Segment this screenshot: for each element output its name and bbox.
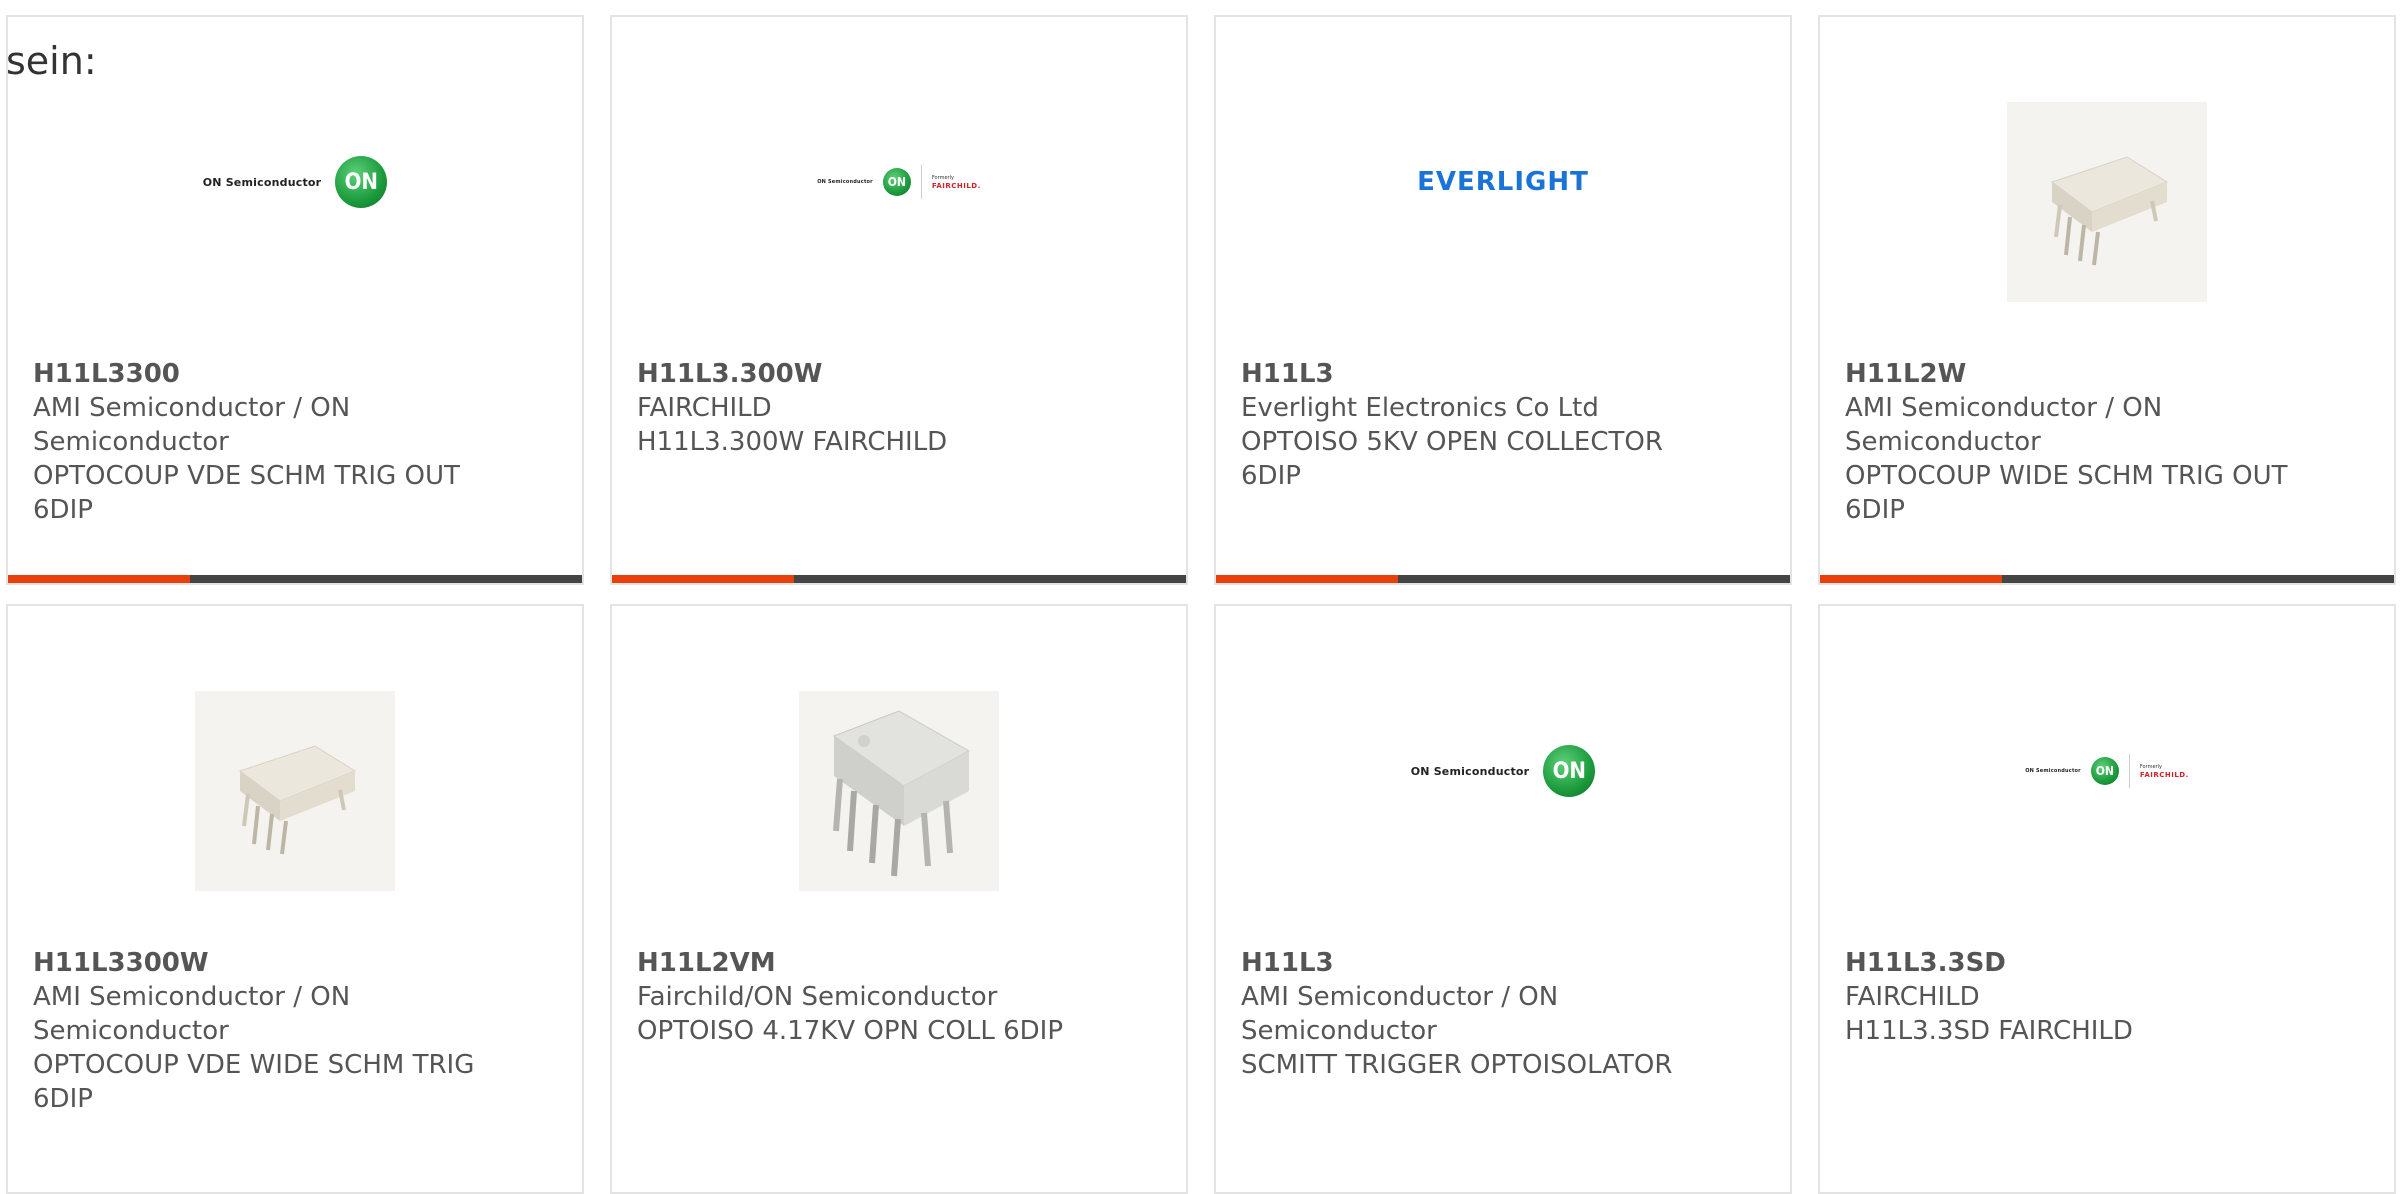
card-accent-bar: [1820, 575, 2002, 583]
description: OPTOISO 5KV OPEN COLLECTOR 6DIP: [1241, 427, 1663, 491]
description: H11L3.3SD FAIRCHILD: [1845, 1016, 2133, 1046]
on-logo-circle: ON: [335, 156, 388, 208]
product-card[interactable]: ON Semiconductor ON H11L3300 AMI Semicon…: [6, 15, 584, 585]
product-card[interactable]: H11L2W AMI Semiconductor / ON Semiconduc…: [1818, 15, 2396, 585]
fairchild-formerly: Formerly: [2139, 763, 2162, 770]
description: OPTOCOUP VDE WIDE SCHM TRIG 6DIP: [33, 1050, 475, 1114]
fairchild-name: FAIRCHILD.: [2139, 770, 2189, 779]
part-number[interactable]: H11L3.3SD: [1845, 946, 2294, 980]
on-logo-circle: ON: [1543, 745, 1596, 797]
card-accent-bar: [8, 575, 190, 583]
on-logo-text: ON Semiconductor: [817, 179, 873, 185]
product-image[interactable]: [612, 666, 1186, 916]
on-logo-text: ON Semiconductor: [1410, 764, 1530, 778]
chip-icon: [238, 745, 357, 855]
manufacturer: FAIRCHILD: [1845, 982, 1980, 1012]
card-bottom-bar: [1820, 575, 2394, 583]
manufacturer: AMI Semiconductor / ON Semiconductor: [1241, 982, 1559, 1046]
part-number[interactable]: H11L3300: [33, 357, 482, 391]
product-card[interactable]: EVERLIGHT H11L3 Everlight Electronics Co…: [1214, 15, 1792, 585]
product-info: H11L2W AMI Semiconductor / ON Semiconduc…: [1845, 357, 2294, 527]
fairchild-name: FAIRCHILD.: [931, 181, 981, 190]
product-image[interactable]: ON Semiconductor ON Formerly FAIRCHILD.: [612, 57, 1186, 307]
product-card[interactable]: H11L2VM Fairchild/ON Semiconductor OPTOI…: [610, 604, 1188, 1194]
logo-divider: [2128, 754, 2130, 788]
on-semiconductor-logo: ON Semiconductor ON: [1411, 745, 1596, 797]
card-bottom-bar: [612, 575, 1186, 583]
part-number[interactable]: H11L2W: [1845, 357, 2294, 391]
card-bottom-bar: [1216, 575, 1790, 583]
description: OPTOCOUP VDE SCHM TRIG OUT 6DIP: [33, 461, 460, 525]
product-info: H11L3.300W FAIRCHILD H11L3.300W FAIRCHIL…: [637, 357, 1086, 459]
manufacturer: AMI Semiconductor / ON Semiconductor: [33, 982, 351, 1046]
manufacturer: FAIRCHILD: [637, 393, 772, 423]
part-number[interactable]: H11L3300W: [33, 946, 482, 980]
part-number[interactable]: H11L3: [1241, 946, 1690, 980]
card-accent-bar: [612, 575, 794, 583]
on-logo-circle: ON: [882, 168, 911, 196]
manufacturer: Everlight Electronics Co Ltd: [1241, 393, 1599, 423]
product-image[interactable]: [8, 666, 582, 916]
product-card[interactable]: ON Semiconductor ON H11L3 AMI Semiconduc…: [1214, 604, 1792, 1194]
manufacturer: Fairchild/ON Semiconductor: [637, 982, 998, 1012]
chip-icon: [832, 710, 971, 877]
manufacturer: AMI Semiconductor / ON Semiconductor: [1845, 393, 2163, 457]
logo-divider: [920, 165, 922, 199]
description: H11L3.300W FAIRCHILD: [637, 427, 948, 457]
description: OPTOCOUP WIDE SCHM TRIG OUT 6DIP: [1845, 461, 2288, 525]
part-number[interactable]: H11L2VM: [637, 946, 1086, 980]
intro-text: sein:: [6, 39, 97, 83]
on-fairchild-logo: ON Semiconductor ON Formerly FAIRCHILD.: [817, 165, 981, 199]
description: SCMITT TRIGGER OPTOISOLATOR: [1241, 1050, 1673, 1080]
fairchild-logo: Formerly FAIRCHILD.: [2140, 764, 2189, 779]
product-image[interactable]: ON Semiconductor ON: [8, 57, 582, 307]
product-info: H11L2VM Fairchild/ON Semiconductor OPTOI…: [637, 946, 1086, 1048]
on-logo-text: ON Semiconductor: [202, 175, 322, 189]
everlight-logo: EVERLIGHT: [1417, 167, 1589, 197]
dip6-chip-photo: [195, 691, 395, 891]
product-card[interactable]: ON Semiconductor ON Formerly FAIRCHILD. …: [1818, 604, 2396, 1194]
on-logo-circle: ON: [2090, 757, 2119, 785]
fairchild-formerly: Formerly: [931, 174, 954, 181]
product-info: H11L3 AMI Semiconductor / ON Semiconduct…: [1241, 946, 1690, 1082]
dip6-chip-photo-large: [799, 691, 999, 891]
product-image[interactable]: ON Semiconductor ON Formerly FAIRCHILD.: [1820, 646, 2394, 896]
product-info: H11L3.3SD FAIRCHILD H11L3.3SD FAIRCHILD: [1845, 946, 2294, 1048]
on-semiconductor-logo: ON Semiconductor ON: [203, 156, 388, 208]
product-info: H11L3 Everlight Electronics Co Ltd OPTOI…: [1241, 357, 1690, 493]
manufacturer: AMI Semiconductor / ON Semiconductor: [33, 393, 351, 457]
part-number[interactable]: H11L3.300W: [637, 357, 1086, 391]
on-logo-text: ON Semiconductor: [2025, 768, 2081, 774]
product-info: H11L3300 AMI Semiconductor / ON Semicond…: [33, 357, 482, 527]
product-image[interactable]: EVERLIGHT: [1216, 57, 1790, 307]
chip-icon: [2050, 156, 2169, 266]
product-card[interactable]: ON Semiconductor ON Formerly FAIRCHILD. …: [610, 15, 1188, 585]
part-number[interactable]: H11L3: [1241, 357, 1690, 391]
card-accent-bar: [1216, 575, 1398, 583]
fairchild-logo: Formerly FAIRCHILD.: [932, 175, 981, 190]
dip6-chip-photo: [2007, 102, 2207, 302]
product-image[interactable]: ON Semiconductor ON: [1216, 646, 1790, 896]
product-info: H11L3300W AMI Semiconductor / ON Semicon…: [33, 946, 482, 1116]
product-image[interactable]: [1820, 77, 2394, 327]
card-bottom-bar: [8, 575, 582, 583]
product-card[interactable]: H11L3300W AMI Semiconductor / ON Semicon…: [6, 604, 584, 1194]
on-fairchild-logo: ON Semiconductor ON Formerly FAIRCHILD.: [2025, 754, 2189, 788]
description: OPTOISO 4.17KV OPN COLL 6DIP: [637, 1016, 1064, 1046]
